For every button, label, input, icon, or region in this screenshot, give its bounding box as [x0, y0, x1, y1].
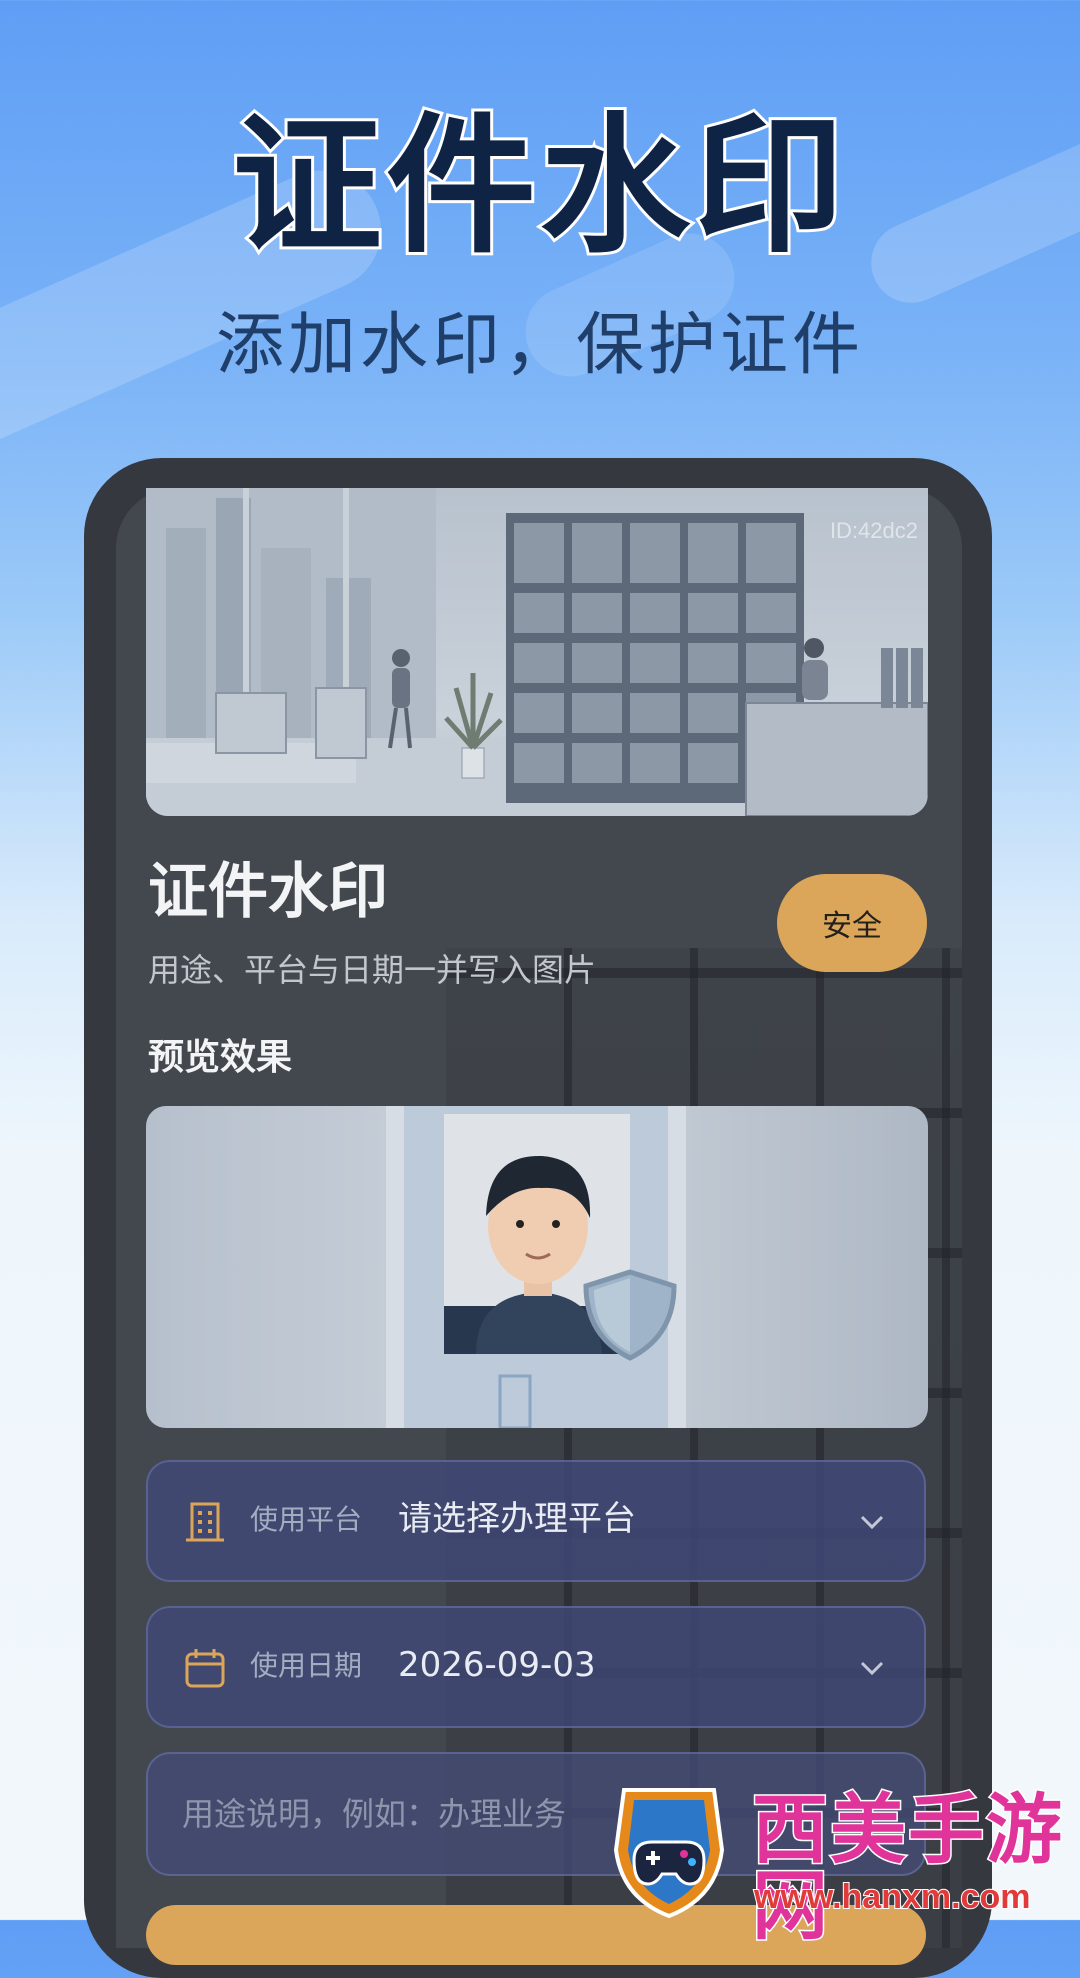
- building-icon: [186, 1502, 224, 1542]
- gamepad-shield-logo: [613, 1788, 725, 1919]
- watermark-brand: 西美手游网: [751, 1785, 1064, 1950]
- hero-title: 证件水印: [229, 100, 848, 274]
- platform-label: 使用平台: [250, 1503, 363, 1536]
- preview-image: [146, 1106, 928, 1428]
- chevron-down-icon: [860, 1515, 884, 1530]
- calendar-icon: [185, 1649, 225, 1688]
- card-description: 用途、平台与日期一并写入图片: [148, 951, 597, 989]
- card-title: 证件水印: [148, 857, 388, 927]
- id-card-preview: [386, 1106, 686, 1428]
- photo-id-watermark: ID:42dc2: [829, 518, 918, 543]
- chevron-down-icon: [860, 1661, 884, 1676]
- date-value: 2026-09-03: [398, 1645, 596, 1685]
- platform-select[interactable]: 使用平台 请选择办理平台: [146, 1460, 926, 1582]
- date-label: 使用日期: [250, 1649, 363, 1682]
- office-scene: [146, 488, 928, 816]
- safe-badge: 安全: [777, 874, 927, 972]
- office-illustration: ID:42dc2: [146, 488, 928, 816]
- date-select[interactable]: 使用日期 2026-09-03: [146, 1606, 926, 1728]
- platform-value: 请选择办理平台: [398, 1499, 636, 1539]
- preview-label: 预览效果: [148, 1037, 293, 1078]
- purpose-placeholder: 用途说明，例如：办理业务: [182, 1795, 567, 1833]
- hero-subtitle: 添加水印，保护证件: [215, 306, 864, 385]
- watermark-url: www.hanxm.com: [753, 1878, 1031, 1916]
- site-watermark: 西美手游网 www.hanxm.com: [604, 1780, 1074, 1945]
